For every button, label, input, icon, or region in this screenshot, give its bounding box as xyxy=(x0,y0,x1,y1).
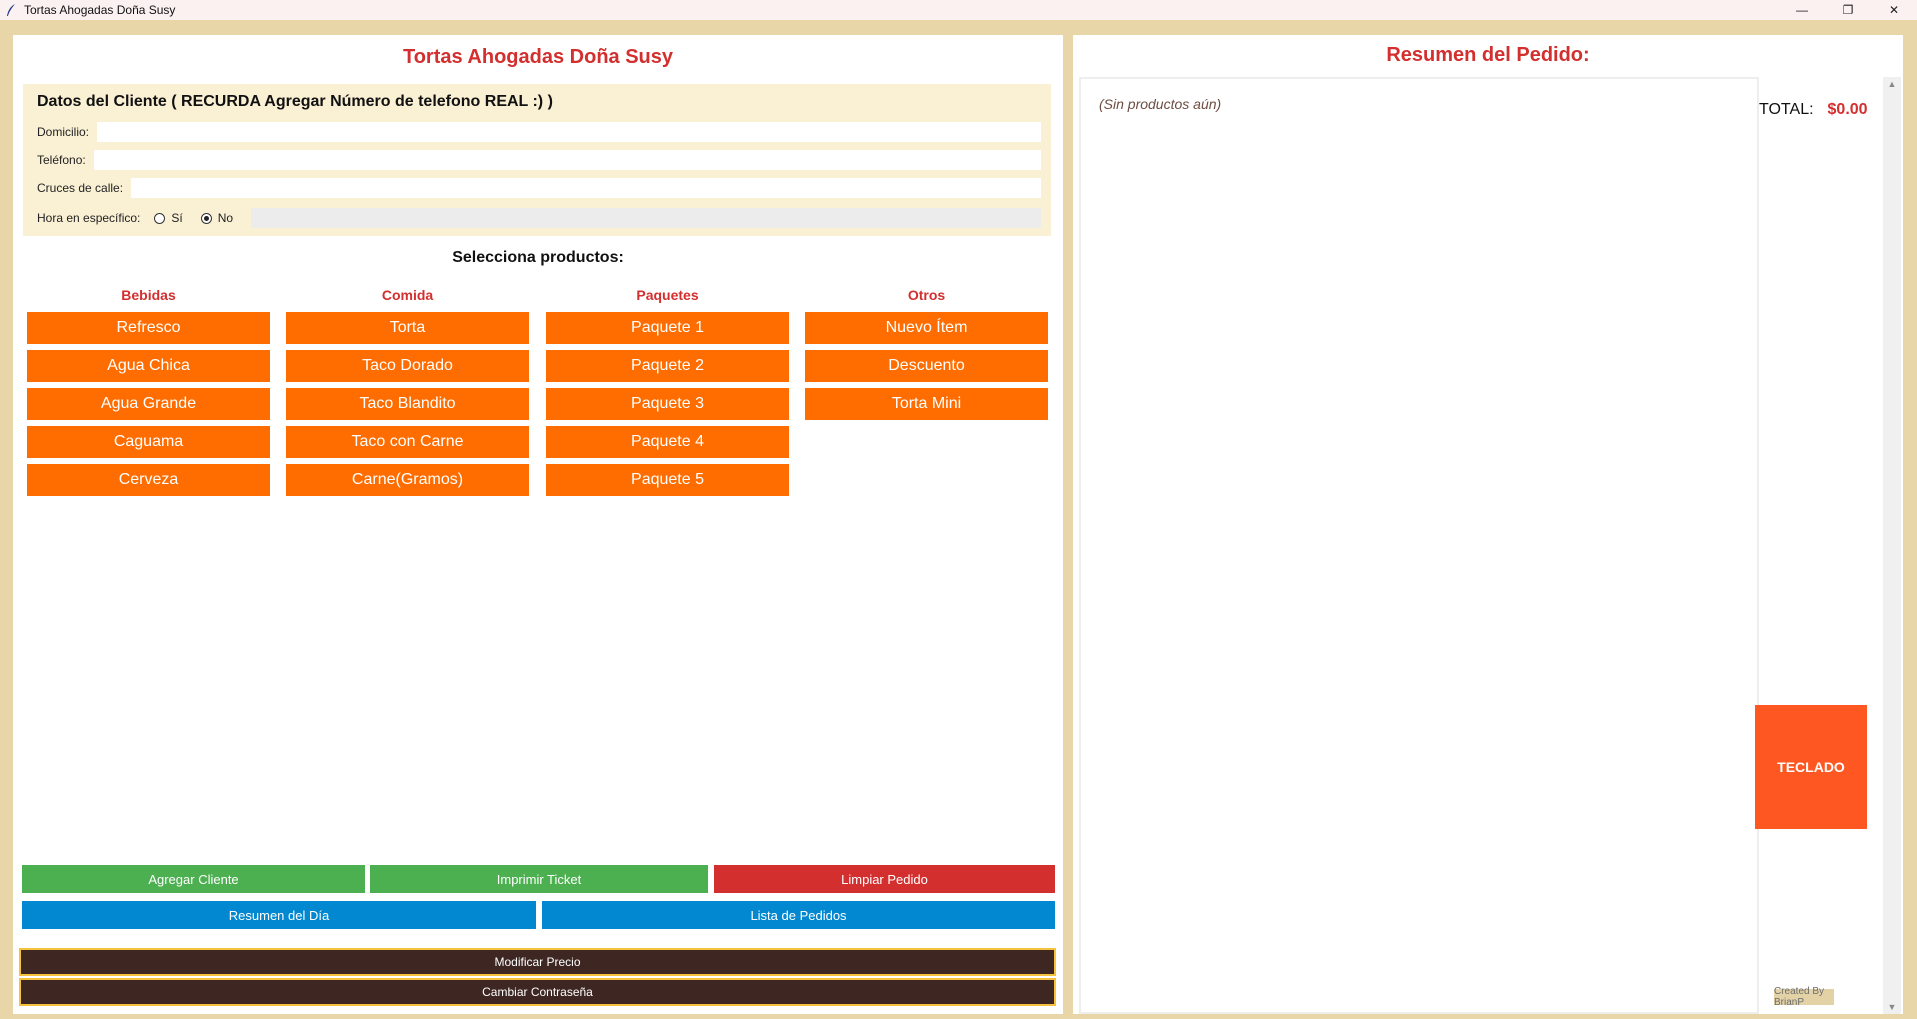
cruces-row: Cruces de calle: xyxy=(37,178,1041,198)
cruces-label: Cruces de calle: xyxy=(37,181,124,195)
client-data-box: Datos del Cliente ( RECURDA Agregar Núme… xyxy=(23,84,1051,236)
lista-pedidos-button[interactable]: Lista de Pedidos xyxy=(542,901,1055,929)
window-titlebar: Tortas Ahogadas Doña Susy — ❐ ✕ xyxy=(0,0,1917,20)
product-descuento-button[interactable]: Descuento xyxy=(805,350,1048,382)
product-refresco-button[interactable]: Refresco xyxy=(27,312,270,344)
category-header: Bebidas xyxy=(121,287,176,303)
teclado-button[interactable]: TECLADO xyxy=(1755,705,1867,829)
product-paquete-4-button[interactable]: Paquete 4 xyxy=(546,426,789,458)
product-cerveza-button[interactable]: Cerveza xyxy=(27,464,270,496)
limpiar-pedido-button[interactable]: Limpiar Pedido xyxy=(714,865,1055,893)
radio-unchecked-icon xyxy=(154,212,166,224)
agregar-cliente-button[interactable]: Agregar Cliente xyxy=(22,865,365,893)
product-caguama-button[interactable]: Caguama xyxy=(27,426,270,458)
products-title: Selecciona productos: xyxy=(452,249,624,266)
telefono-label: Teléfono: xyxy=(37,153,86,167)
resumen-dia-button[interactable]: Resumen del Día xyxy=(22,901,536,929)
feather-icon xyxy=(4,3,18,17)
product-taco-con-carne-button[interactable]: Taco con Carne xyxy=(286,426,529,458)
restore-button[interactable]: ❐ xyxy=(1825,0,1871,20)
hora-no-label: No xyxy=(217,211,234,225)
hora-label: Hora en específico: xyxy=(37,211,141,225)
category-comida: Comida Torta Taco Dorado Taco Blandito T… xyxy=(286,287,529,496)
telefono-row: Teléfono: xyxy=(37,150,1041,170)
modificar-precio-button[interactable]: Modificar Precio xyxy=(19,948,1056,976)
total-label: TOTAL: xyxy=(1759,101,1814,118)
total-amount: $0.00 xyxy=(1827,101,1868,118)
summary-scrollbar[interactable]: ▲ ▼ xyxy=(1883,77,1901,1014)
scroll-up-icon[interactable]: ▲ xyxy=(1883,77,1901,91)
window-title: Tortas Ahogadas Doña Susy xyxy=(24,3,176,17)
product-torta-button[interactable]: Torta xyxy=(286,312,529,344)
hora-input[interactable] xyxy=(251,208,1041,228)
hora-si-radio[interactable]: Sí xyxy=(154,211,183,225)
category-header: Otros xyxy=(907,287,946,303)
product-nuevo-item-button[interactable]: Nuevo Ítem xyxy=(805,312,1048,344)
category-bebidas: Bebidas Refresco Agua Chica Agua Grande … xyxy=(27,287,270,496)
category-paquetes: Paquetes Paquete 1 Paquete 2 Paquete 3 P… xyxy=(546,287,789,496)
domicilio-row: Domicilio: xyxy=(37,122,1041,142)
summary-panel: Resumen del Pedido: (Sin productos aún) … xyxy=(1073,35,1903,1014)
product-torta-mini-button[interactable]: Torta Mini xyxy=(805,388,1048,420)
app-title: Tortas Ahogadas Doña Susy xyxy=(402,46,674,68)
product-paquete-3-button[interactable]: Paquete 3 xyxy=(546,388,789,420)
scroll-down-icon[interactable]: ▼ xyxy=(1883,1000,1901,1014)
total-display: TOTAL: $0.00 xyxy=(1759,101,1868,119)
empty-order-text: (Sin productos aún) xyxy=(1099,96,1222,112)
close-button[interactable]: ✕ xyxy=(1871,0,1917,20)
category-header: Comida xyxy=(381,287,434,303)
product-carne-gramos-button[interactable]: Carne(Gramos) xyxy=(286,464,529,496)
minimize-button[interactable]: — xyxy=(1779,0,1825,20)
product-paquete-1-button[interactable]: Paquete 1 xyxy=(546,312,789,344)
product-taco-blandito-button[interactable]: Taco Blandito xyxy=(286,388,529,420)
order-items-list[interactable]: (Sin productos aún) xyxy=(1079,77,1759,1014)
hora-no-radio[interactable]: No xyxy=(200,211,234,225)
product-agua-grande-button[interactable]: Agua Grande xyxy=(27,388,270,420)
product-agua-chica-button[interactable]: Agua Chica xyxy=(27,350,270,382)
domicilio-input[interactable] xyxy=(97,122,1041,142)
summary-title: Resumen del Pedido: xyxy=(1386,44,1590,66)
product-taco-dorado-button[interactable]: Taco Dorado xyxy=(286,350,529,382)
cambiar-contrasena-button[interactable]: Cambiar Contraseña xyxy=(19,978,1056,1006)
domicilio-label: Domicilio: xyxy=(37,125,90,139)
imprimir-ticket-button[interactable]: Imprimir Ticket xyxy=(370,865,708,893)
cruces-input[interactable] xyxy=(131,178,1041,198)
hora-si-label: Sí xyxy=(171,211,183,225)
product-paquete-5-button[interactable]: Paquete 5 xyxy=(546,464,789,496)
credit-label: Created By BrianP xyxy=(1774,986,1834,1008)
category-otros: Otros Nuevo Ítem Descuento Torta Mini xyxy=(805,287,1048,420)
product-paquete-2-button[interactable]: Paquete 2 xyxy=(546,350,789,382)
client-data-title: Datos del Cliente ( RECURDA Agregar Núme… xyxy=(37,93,553,110)
radio-checked-icon xyxy=(200,212,212,224)
category-header: Paquetes xyxy=(636,287,699,303)
order-panel: Tortas Ahogadas Doña Susy Datos del Clie… xyxy=(13,35,1063,1014)
telefono-input[interactable] xyxy=(93,150,1041,170)
hora-row: Hora en específico: Sí No xyxy=(37,208,1041,228)
